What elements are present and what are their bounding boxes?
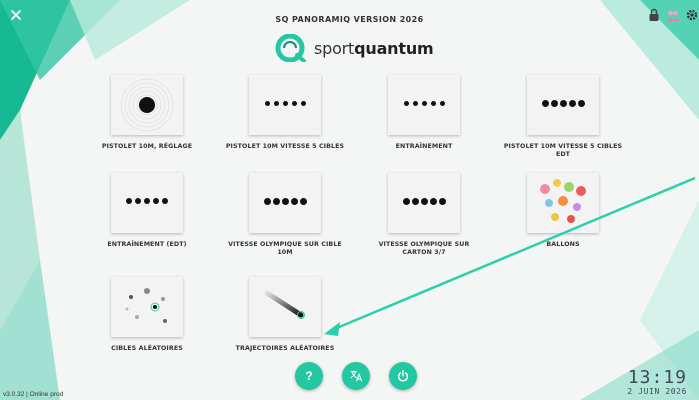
five-dots-bold-icon (388, 173, 460, 233)
balloons-icon (527, 173, 599, 233)
logo-text-bold: quantum (354, 38, 434, 58)
logo-text-light: sport (314, 38, 355, 58)
tile-label: VITESSE OLYMPIQUE SUR CARTON 3/7 (378, 241, 470, 256)
translate-icon (350, 370, 363, 382)
five-dots-icon (111, 173, 183, 233)
tile-entrainement-edt[interactable]: ENTRAÎNEMENT (EDT) (87, 173, 207, 249)
translate-button[interactable] (342, 362, 370, 390)
version-info: v3.0.32 | Online prod (3, 391, 64, 398)
tile-label: ENTRAÎNEMENT (EDT) (107, 241, 187, 248)
logo-mark-icon (275, 34, 306, 62)
tile-label: TRAJECTOIRES ALÉATOIRES (235, 345, 335, 352)
clock: 13:19 2 JUIN 2026 (627, 367, 687, 397)
clock-date: 2 JUIN 2026 (627, 387, 687, 396)
five-dots-bold-icon (249, 173, 321, 233)
tile-label: PISTOLET 10M, RÉGLAGE (101, 143, 193, 150)
five-dots-icon (249, 75, 321, 135)
top-right-toolbar (647, 8, 699, 22)
users-icon[interactable] (666, 8, 680, 22)
help-icon: ? (305, 369, 313, 383)
tile-pistolet-vitesse-edt[interactable]: PISTOLET 10M VITESSE 5 CIBLES EDT (503, 75, 623, 159)
random-targets-icon (111, 277, 183, 337)
tile-label: CIBLES ALÉATOIRES (111, 345, 183, 352)
help-button[interactable]: ? (295, 362, 323, 390)
tile-label: PISTOLET 10M VITESSE 5 CIBLES (225, 143, 345, 150)
tile-entrainement[interactable]: ENTRAÎNEMENT (364, 75, 484, 151)
sportquantum-logo: sportquantum (268, 34, 434, 62)
tile-label: ENTRAÎNEMENT (395, 143, 453, 150)
trajectory-icon (249, 277, 321, 337)
five-dots-icon (388, 75, 460, 135)
clock-time: 13:19 (627, 367, 687, 388)
logo-text: sportquantum (314, 38, 434, 58)
tile-pistolet-vitesse-5-cibles[interactable]: PISTOLET 10M VITESSE 5 CIBLES (225, 75, 345, 151)
tile-pistolet-reglage[interactable]: PISTOLET 10M, RÉGLAGE (87, 75, 207, 151)
tile-label: PISTOLET 10M VITESSE 5 CIBLES EDT (503, 143, 623, 158)
tile-cibles-aleatoires[interactable]: CIBLES ALÉATOIRES (87, 277, 207, 353)
tile-vitesse-olympique-cible[interactable]: VITESSE OLYMPIQUE SUR CIBLE 10M (225, 173, 345, 257)
gear-icon[interactable] (685, 8, 699, 22)
power-icon (397, 370, 409, 382)
tile-trajectoires-aleatoires[interactable]: TRAJECTOIRES ALÉATOIRES (225, 277, 345, 353)
tile-label: BALLONS (546, 241, 580, 248)
app-title: SQ PANORAMIQ VERSION 2026 (275, 15, 424, 24)
lock-icon[interactable] (647, 8, 661, 22)
power-button[interactable] (389, 362, 417, 390)
tile-ballons[interactable]: BALLONS (503, 173, 623, 249)
five-dots-bold-icon (527, 75, 599, 135)
target-icon (111, 75, 183, 135)
tile-label: VITESSE OLYMPIQUE SUR CIBLE 10M (228, 241, 342, 256)
tile-vitesse-olympique-carton[interactable]: VITESSE OLYMPIQUE SUR CARTON 3/7 (364, 173, 484, 257)
bottom-toolbar: ? (295, 362, 417, 390)
